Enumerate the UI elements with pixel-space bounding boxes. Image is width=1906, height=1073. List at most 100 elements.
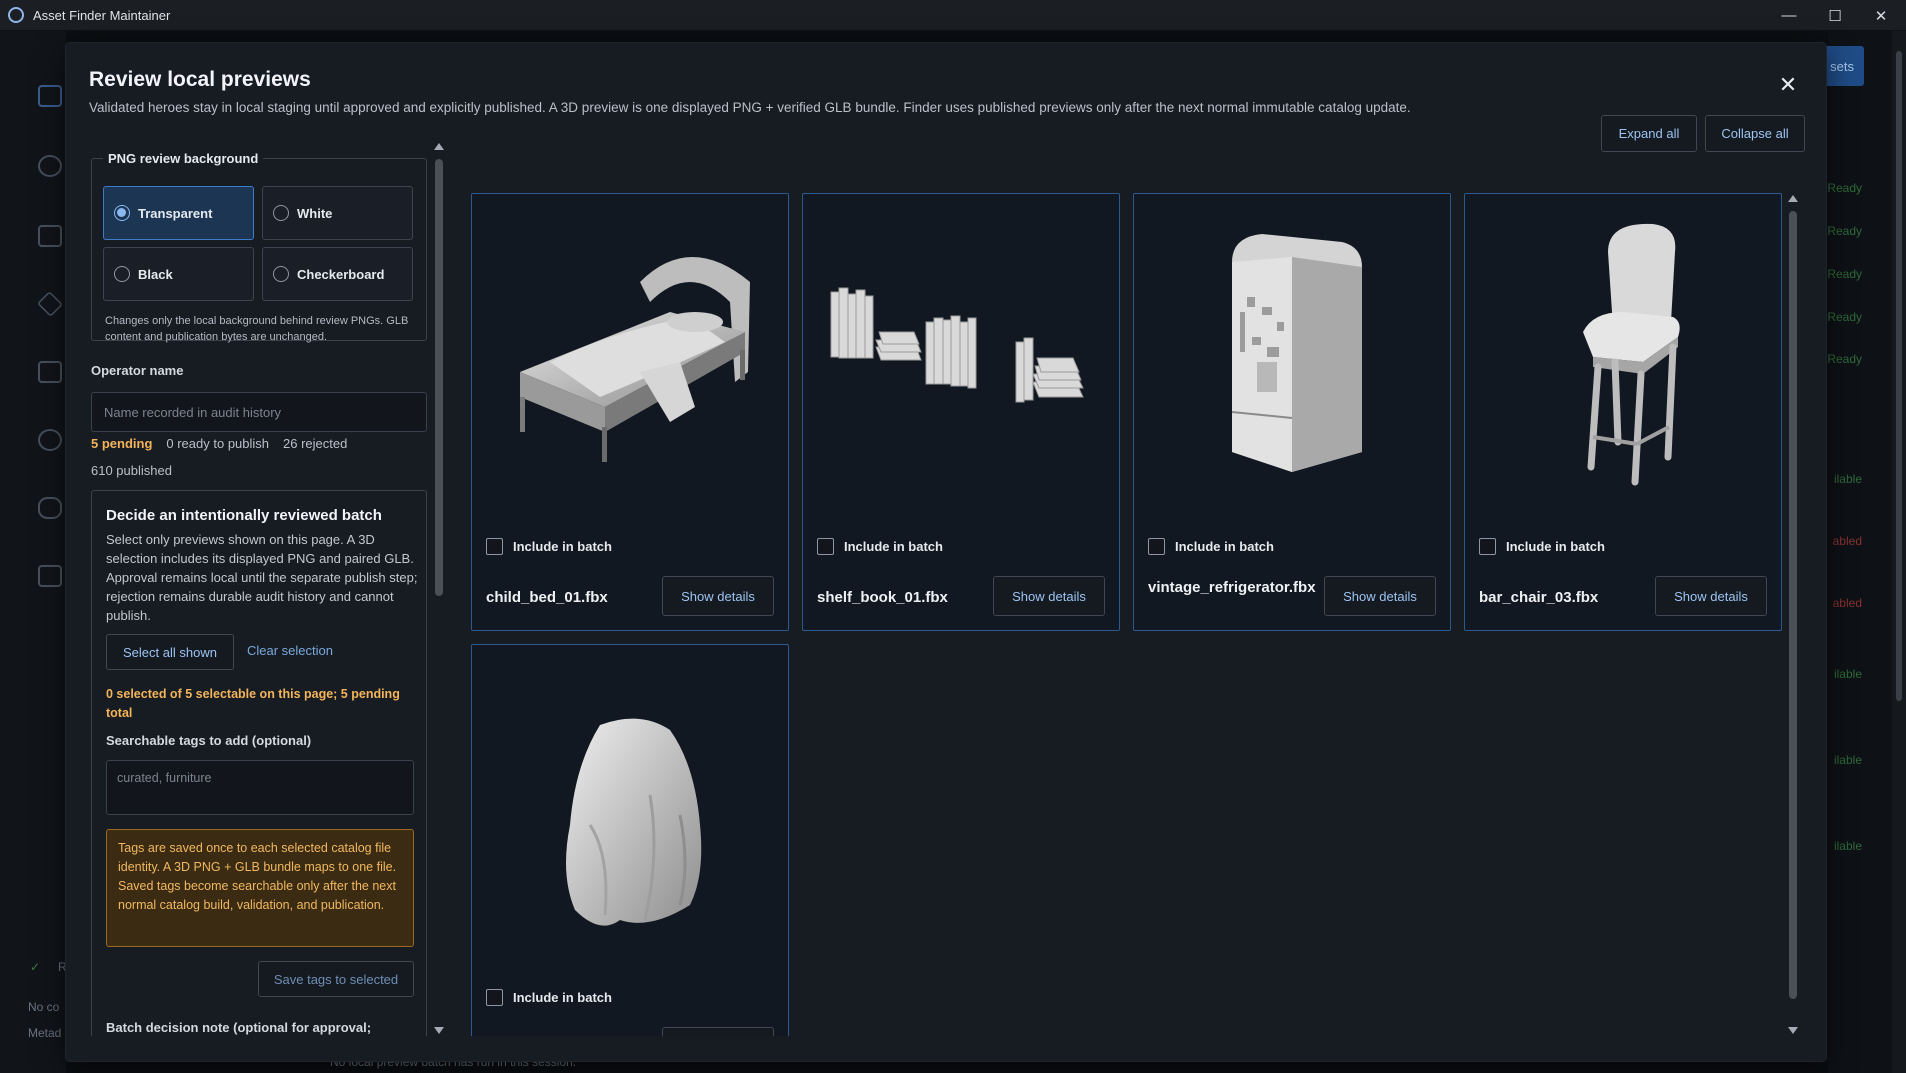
checkbox-icon[interactable] bbox=[1479, 538, 1496, 555]
bg-option-label: Checkerboard bbox=[297, 266, 385, 282]
file-name: child_bed_01.fbx bbox=[486, 589, 608, 606]
maximize-button[interactable]: ☐ bbox=[1812, 0, 1858, 31]
dialog-close-button[interactable]: ✕ bbox=[1774, 71, 1802, 99]
bg-status: ilable bbox=[1833, 667, 1862, 681]
collapse-all-button[interactable]: Collapse all bbox=[1705, 115, 1805, 152]
dialog-title: Review local previews bbox=[89, 68, 311, 91]
window-close-button[interactable]: ✕ bbox=[1858, 0, 1904, 31]
include-in-batch-checkbox[interactable]: Include in batch bbox=[486, 538, 612, 555]
include-in-batch-checkbox[interactable]: Include in batch bbox=[486, 989, 612, 1006]
include-label: Include in batch bbox=[513, 990, 612, 1005]
include-in-batch-checkbox[interactable]: Include in batch bbox=[1148, 538, 1274, 555]
folder-icon[interactable] bbox=[38, 225, 62, 247]
draped-cloth-preview-icon bbox=[486, 685, 774, 965]
bg-option-white[interactable]: White bbox=[262, 186, 413, 240]
clear-selection-link[interactable]: Clear selection bbox=[247, 643, 333, 658]
app-scrollbar[interactable] bbox=[1892, 31, 1906, 1073]
radio-icon bbox=[114, 266, 130, 282]
left-panel-scrollbar[interactable] bbox=[432, 141, 446, 1036]
png-background-picker: PNG review background Transparent White … bbox=[91, 151, 427, 343]
background-note: Changes only the local background behind… bbox=[105, 315, 409, 343]
tags-input[interactable] bbox=[106, 760, 414, 815]
preview-card: Include in batch vintage_refrigerator.fb… bbox=[1133, 193, 1451, 631]
operator-name-input[interactable] bbox=[91, 392, 427, 432]
fridge-preview-icon bbox=[1148, 212, 1436, 492]
selection-info: 0 selected of 5 selectable on this page;… bbox=[106, 687, 400, 720]
heart-icon[interactable] bbox=[38, 497, 62, 519]
show-details-button[interactable] bbox=[662, 1027, 774, 1036]
file-name: shelf_book_01.fbx bbox=[817, 589, 948, 606]
bg-status: Ready bbox=[1827, 310, 1862, 324]
scroll-down-arrow-icon[interactable] bbox=[1788, 1027, 1798, 1034]
preview-card: Include in batch bar_chair_03.fbx Show d… bbox=[1464, 193, 1782, 631]
chair-preview-icon bbox=[1479, 212, 1767, 492]
bg-option-label: Transparent bbox=[138, 205, 213, 221]
bg-option-black[interactable]: Black bbox=[103, 247, 254, 301]
bg-left-line1: No co bbox=[28, 1000, 60, 1014]
app-sidebar bbox=[0, 31, 66, 1073]
bg-status: ilable bbox=[1833, 753, 1862, 767]
left-panel: PNG review background Transparent White … bbox=[66, 141, 456, 1036]
left-scrollbar-thumb[interactable] bbox=[435, 159, 443, 596]
upload-icon[interactable] bbox=[38, 85, 62, 107]
include-label: Include in batch bbox=[844, 539, 943, 554]
dialog-subtitle: Validated heroes stay in local staging u… bbox=[89, 100, 1411, 115]
tags-warning: Tags are saved once to each selected cat… bbox=[106, 829, 414, 947]
batch-description: Select only previews shown on this page.… bbox=[106, 532, 418, 623]
books-preview-icon bbox=[817, 212, 1105, 492]
checkbox-icon[interactable] bbox=[486, 989, 503, 1006]
refresh-icon[interactable] bbox=[38, 155, 62, 177]
batch-title: Decide an intentionally reviewed batch bbox=[106, 507, 382, 524]
scroll-up-arrow-icon[interactable] bbox=[434, 143, 444, 150]
review-previews-dialog: Review local previews Validated heroes s… bbox=[66, 43, 1826, 1061]
include-label: Include in batch bbox=[513, 539, 612, 554]
checkbox-icon[interactable] bbox=[486, 538, 503, 555]
app-icon bbox=[8, 7, 24, 23]
show-details-button[interactable]: Show details bbox=[1324, 576, 1436, 616]
bg-status: Ready bbox=[1827, 267, 1862, 281]
file-name: bar_chair_03.fbx bbox=[1479, 589, 1599, 606]
include-in-batch-checkbox[interactable]: Include in batch bbox=[817, 538, 943, 555]
bg-option-checkerboard[interactable]: Checkerboard bbox=[262, 247, 413, 301]
window-titlebar: Asset Finder Maintainer — ☐ ✕ bbox=[0, 0, 1906, 31]
bed-preview-icon bbox=[486, 212, 774, 492]
batch-decision-panel: Decide an intentionally reviewed batch S… bbox=[91, 490, 427, 1036]
include-label: Include in batch bbox=[1175, 539, 1274, 554]
save-tags-button[interactable]: Save tags to selected bbox=[258, 961, 414, 997]
grid-scrollbar-thumb[interactable] bbox=[1789, 211, 1797, 999]
expand-all-button[interactable]: Expand all bbox=[1601, 115, 1697, 152]
scroll-down-arrow-icon[interactable] bbox=[434, 1027, 444, 1034]
bg-option-label: Black bbox=[138, 266, 173, 282]
select-all-shown-button[interactable]: Select all shown bbox=[106, 634, 234, 670]
include-label: Include in batch bbox=[1506, 539, 1605, 554]
show-details-button[interactable]: Show details bbox=[662, 576, 774, 616]
grid-icon[interactable] bbox=[38, 565, 62, 587]
bg-option-label: White bbox=[297, 205, 333, 221]
ready-count: 0 ready to publish bbox=[166, 436, 270, 451]
image-icon[interactable] bbox=[38, 361, 62, 383]
bg-status: Ready bbox=[1827, 352, 1862, 366]
window-title: Asset Finder Maintainer bbox=[33, 7, 171, 23]
history-icon[interactable] bbox=[38, 429, 62, 451]
checkbox-icon[interactable] bbox=[1148, 538, 1165, 555]
preview-card: Include in batch shelf_book_01.fbx Show … bbox=[802, 193, 1120, 631]
bg-status: abled bbox=[1832, 596, 1862, 610]
preview-grid: Include in batch child_bed_01.fbx Show d… bbox=[471, 193, 1803, 1036]
tags-label: Searchable tags to add (optional) bbox=[106, 733, 312, 748]
review-counts: 5 pending 0 ready to publish 26 rejected 6… bbox=[91, 430, 427, 484]
background-picker-legend: PNG review background bbox=[108, 151, 259, 166]
checkbox-icon[interactable] bbox=[817, 538, 834, 555]
include-in-batch-checkbox[interactable]: Include in batch bbox=[1479, 538, 1605, 555]
show-details-button[interactable]: Show details bbox=[993, 576, 1105, 616]
pending-count: 5 pending bbox=[91, 436, 153, 451]
tag-icon[interactable] bbox=[36, 290, 64, 318]
preview-card: Include in batch bbox=[471, 644, 789, 1036]
scroll-up-arrow-icon[interactable] bbox=[1788, 195, 1798, 202]
bg-status: ilable bbox=[1833, 472, 1862, 486]
bg-status: ilable bbox=[1833, 839, 1862, 853]
grid-scrollbar[interactable] bbox=[1786, 193, 1800, 1036]
bg-option-transparent[interactable]: Transparent bbox=[103, 186, 254, 240]
minimize-button[interactable]: — bbox=[1766, 0, 1812, 31]
show-details-button[interactable]: Show details bbox=[1655, 576, 1767, 616]
app-scrollbar-thumb[interactable] bbox=[1896, 51, 1902, 701]
